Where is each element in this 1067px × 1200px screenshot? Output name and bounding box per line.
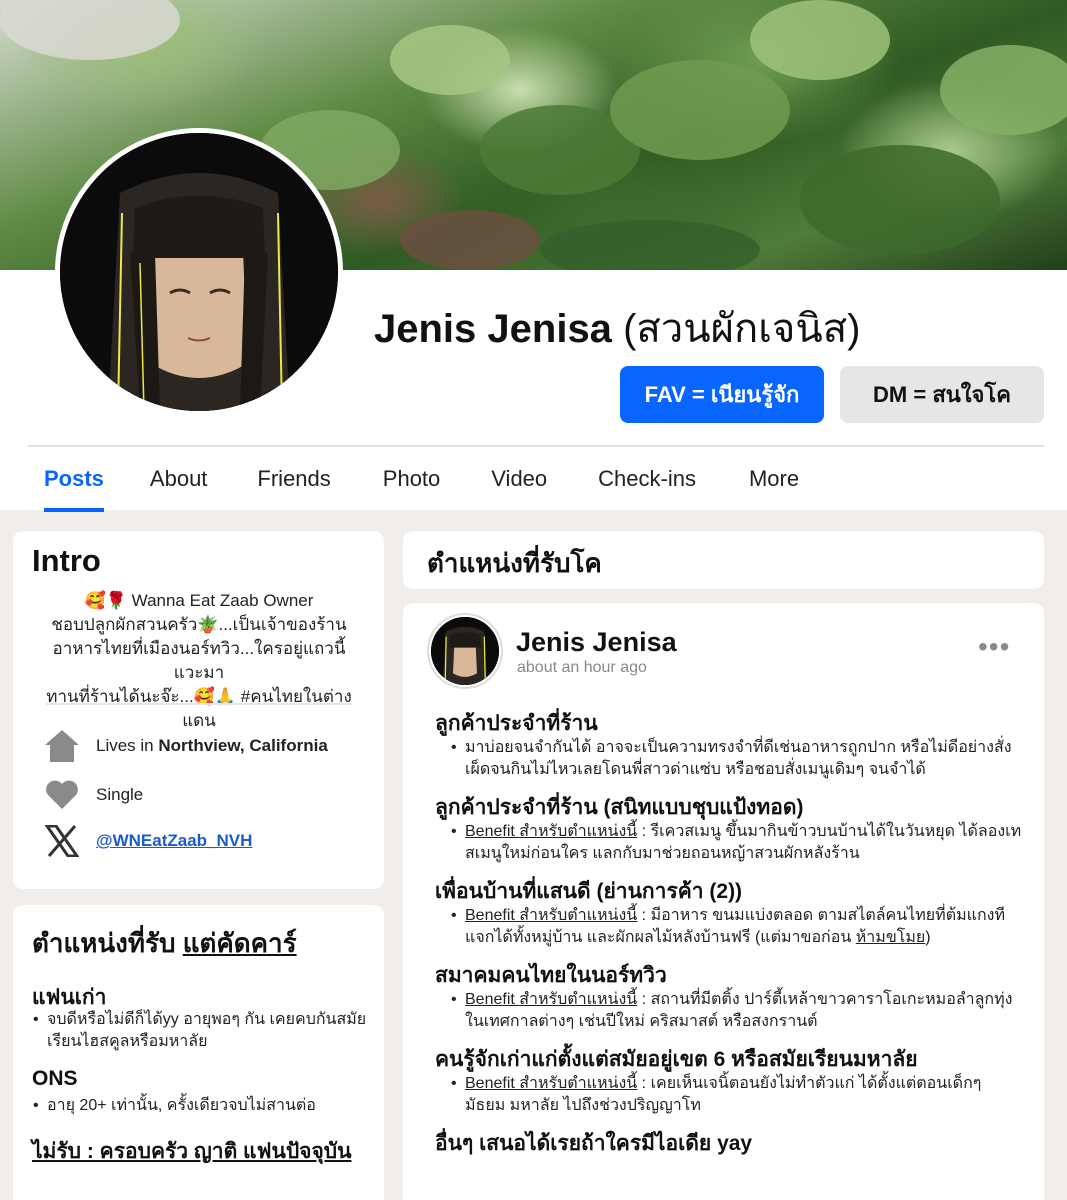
benefit-label: Benefit สำหรับตำแหน่งนี้ — [465, 1075, 638, 1092]
tab-friends[interactable]: Friends — [257, 448, 330, 512]
avatar-illustration — [60, 133, 338, 411]
dm-button[interactable]: DM = สนใจโค — [840, 366, 1044, 423]
ons-title: ONS — [32, 1067, 78, 1090]
section-title: ลูกค้าประจำที่ร้าน — [435, 712, 598, 735]
more-options-icon[interactable]: ••• — [978, 631, 1010, 663]
benefit-label: Benefit สำหรับตำแหน่งนี้ — [465, 823, 638, 840]
profile-name-main: Jenis Jenisa — [374, 307, 612, 351]
ons-text: อายุ 20+ เท่านั้น, ครั้งเดียวจบไม่สานต่อ — [33, 1095, 367, 1117]
profile-tabs: Posts About Friends Photo Video Check-in… — [28, 448, 799, 512]
profile-name-suffix: (สวนผักเจนิส) — [623, 307, 861, 351]
ex-text: จบดีหรือไม่ดีก็ได้yy อายุพอๆ กัน เคยคบกั… — [33, 1009, 367, 1053]
x-account-row: @WNEatZaab_NVH — [43, 822, 252, 860]
tab-more[interactable]: More — [749, 448, 799, 512]
bio-line: ทานที่ร้านได้นะจ๊ะ...🥰🙏 #คนไทยในต่างแดน — [46, 687, 352, 730]
rules-title-underlined: แต่คัดคาร์ — [182, 928, 297, 958]
lives-in-row: Lives in Northview, California — [43, 727, 328, 765]
tab-video[interactable]: Video — [491, 448, 547, 512]
intro-divider — [46, 703, 352, 705]
section-title: ลูกค้าประจำที่ร้าน (สนิทแบบชุบแป้งทอด) — [435, 796, 804, 819]
tab-about[interactable]: About — [150, 448, 208, 512]
section-text: มาบ่อยจนจำกันได้ อาจจะเป็นความทรงจำที่ดี… — [451, 737, 1025, 781]
section-body-underlined: ห้ามขโมย — [855, 929, 926, 946]
section-title: อื่นๆ เสนอได้เรยถ้าใครมีไอเดีย yay — [435, 1132, 753, 1155]
section-text: Benefit สำหรับตำแหน่งนี้ : เคยเห็นเจนิ้ต… — [451, 1073, 1025, 1117]
post-avatar[interactable] — [427, 613, 503, 689]
x-handle-link[interactable]: @WNEatZaab_NVH — [96, 831, 252, 851]
section-text: Benefit สำหรับตำแหน่งนี้ : สถานที่มีตติ้… — [451, 989, 1025, 1033]
intro-bio: 🥰🌹 Wanna Eat Zaab Owner ชอบปลูกผักสวนครั… — [39, 589, 359, 733]
bio-line: อาหารไทยที่เมืองนอร์ทวิว...ใครอยู่แถวนี้… — [52, 639, 346, 682]
section-body-end: ) — [925, 929, 931, 946]
section-text: Benefit สำหรับตำแหน่งนี้ : รีเควสเมนู ขึ… — [451, 821, 1025, 865]
tab-posts[interactable]: Posts — [44, 448, 104, 512]
lives-in-place: Northview, California — [158, 736, 328, 755]
section-title: สมาคมคนไทยในนอร์ทวิว — [435, 964, 667, 987]
rules-title: ตำแหน่งที่รับ แต่คัดคาร์ — [32, 923, 297, 964]
benefit-label: Benefit สำหรับตำแหน่งนี้ — [465, 907, 638, 924]
post-card: Jenis Jenisa about an hour ago ••• ลูกค้… — [403, 603, 1044, 1200]
bio-line: ชอบปลูกผักสวนครัว🪴...เป็นเจ้าของร้าน — [51, 615, 347, 634]
positions-card: ตำแหน่งที่รับโค — [403, 531, 1044, 589]
positions-title: ตำแหน่งที่รับโค — [427, 548, 602, 578]
intro-title: Intro — [32, 543, 101, 578]
rules-title-prefix: ตำแหน่งที่รับ — [32, 928, 176, 958]
x-logo-icon — [43, 822, 81, 860]
section-title: คนรู้จักเก่าแก่ตั้งแต่สมัยอยู่เขต 6 หรือ… — [435, 1048, 918, 1071]
post-timestamp[interactable]: about an hour ago — [517, 659, 647, 677]
home-icon — [43, 727, 81, 765]
tab-checkins[interactable]: Check-ins — [598, 448, 696, 512]
post-avatar-illustration — [431, 617, 499, 685]
lives-in-prefix: Lives in — [96, 736, 154, 755]
header-divider — [28, 445, 1044, 447]
relationship-row: Single — [43, 776, 143, 814]
benefit-label: Benefit สำหรับตำแหน่งนี้ — [465, 991, 638, 1008]
relationship-status: Single — [96, 785, 144, 804]
rules-card: ตำแหน่งที่รับ แต่คัดคาร์ แฟนเก่า จบดีหรื… — [13, 905, 384, 1200]
section-title: เพื่อนบ้านที่แสนดี (ย่านการค้า (2)) — [435, 880, 743, 903]
intro-card: Intro 🥰🌹 Wanna Eat Zaab Owner ชอบปลูกผัก… — [13, 531, 384, 889]
profile-name: Jenis Jenisa (สวนผักเจนิส) — [374, 296, 860, 360]
profile-avatar[interactable] — [55, 128, 343, 416]
reject-text: ไม่รับ : ครอบครัว ญาติ แฟนปัจจุบัน — [32, 1140, 352, 1163]
bio-line: 🥰🌹 Wanna Eat Zaab Owner — [84, 591, 314, 610]
post-author[interactable]: Jenis Jenisa — [516, 627, 677, 658]
fav-button[interactable]: FAV = เนียนรู้จัก — [620, 366, 824, 423]
section-text: Benefit สำหรับตำแหน่งนี้ : มีอาหาร ขนมแบ… — [451, 905, 1025, 949]
heart-icon — [43, 776, 81, 814]
tab-photo[interactable]: Photo — [383, 448, 441, 512]
